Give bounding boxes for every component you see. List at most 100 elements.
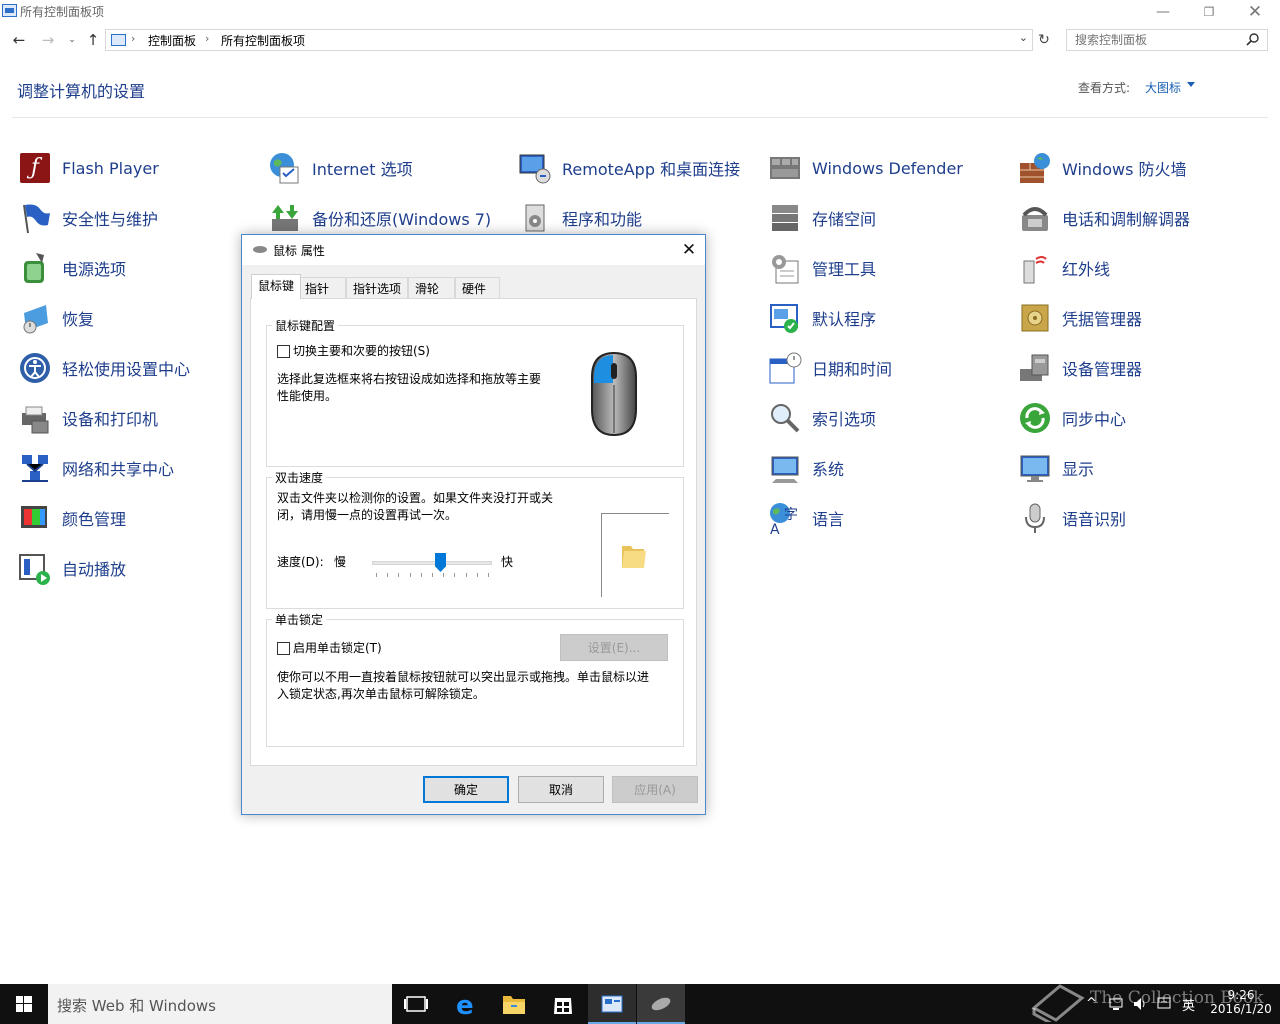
task-view-icon[interactable] (392, 984, 440, 1024)
taskbar-search-box[interactable]: 搜索 Web 和 Windows (48, 984, 392, 1024)
slider-thumb[interactable] (435, 553, 446, 572)
slider-tick (477, 573, 478, 577)
cp-item-phone-modem[interactable]: 电话和调制解调器 (1018, 200, 1258, 236)
mouse-illustration-icon (591, 351, 637, 437)
watermark-book-icon (1031, 984, 1085, 1022)
double-click-description-line: 双击文件夹以检测你的设置。如果文件夹没打开或关 (277, 491, 554, 505)
breadcrumb-all-items[interactable]: 所有控制面板项 (221, 32, 305, 49)
view-by-dropdown[interactable]: 大图标 (1145, 79, 1181, 96)
sync-icon (1018, 401, 1052, 435)
cp-item-label: 程序和功能 (562, 210, 643, 229)
cp-item-ease-of-access[interactable]: 轻松使用设置中心 (18, 350, 258, 386)
cp-item-windows-firewall[interactable]: Windows 防火墙 (1018, 150, 1258, 186)
system-icon (768, 451, 802, 485)
cp-item-label: 设备管理器 (1062, 360, 1143, 379)
address-bar[interactable]: › 控制面板 › 所有控制面板项 ⌄ (105, 29, 1033, 51)
window-titlebar: 所有控制面板项 — ❐ ✕ (0, 0, 1280, 24)
apply-button[interactable]: 应用(A) (612, 776, 698, 803)
cp-item-label: RemoteApp 和桌面连接 (562, 160, 741, 179)
switch-buttons-label[interactable]: 切换主要和次要的按钮(S) (293, 343, 430, 360)
cp-item-remoteapp[interactable]: RemoteApp 和桌面连接 (518, 150, 758, 186)
cp-item-label: 电话和调制解调器 (1062, 210, 1191, 229)
switch-buttons-checkbox[interactable] (277, 345, 290, 358)
refresh-button[interactable]: ↻ (1034, 29, 1054, 51)
cp-item-language[interactable]: 字A 语言 (768, 500, 1008, 538)
cp-item-devices-printers[interactable]: 设备和打印机 (18, 400, 258, 436)
ok-button[interactable]: 确定 (423, 776, 509, 803)
cp-item-credential-manager[interactable]: 凭据管理器 (1018, 300, 1258, 336)
cp-item-programs-features[interactable]: 程序和功能 (518, 200, 758, 236)
cp-item-label: 索引选项 (812, 410, 877, 429)
cp-item-autoplay[interactable]: 自动播放 (18, 550, 258, 586)
up-button[interactable]: ↑ (82, 30, 104, 50)
address-dropdown-icon[interactable]: ⌄ (1019, 31, 1028, 44)
double-click-speed-slider[interactable] (372, 551, 492, 581)
taskbar-mouse-properties-button[interactable] (637, 984, 685, 1024)
click-lock-label[interactable]: 启用单击锁定(T) (293, 640, 382, 657)
start-button-windows-icon[interactable] (0, 984, 48, 1024)
breadcrumb-control-panel[interactable]: 控制面板 (148, 32, 196, 49)
calendar-icon (768, 351, 802, 385)
tab-pointer-options[interactable]: 指针选项 (346, 277, 408, 298)
tab-hardware[interactable]: 硬件 (455, 277, 500, 298)
cp-item-flash-player[interactable]: ƒ Flash Player (18, 150, 258, 186)
cp-item-network-sharing[interactable]: 网络和共享中心 (18, 450, 258, 486)
click-lock-checkbox[interactable] (277, 642, 290, 655)
tab-buttons[interactable]: 鼠标键 (251, 274, 302, 299)
cancel-button[interactable]: 取消 (518, 776, 604, 803)
cp-item-speech-recognition[interactable]: 语音识别 (1018, 500, 1258, 536)
view-by-caret-icon[interactable] (1187, 82, 1195, 87)
recent-locations-chevron-icon[interactable]: ⌄ (61, 30, 83, 50)
cp-item-infrared[interactable]: 红外线 (1018, 250, 1258, 286)
cp-item-windows-defender[interactable]: Windows Defender (768, 150, 1008, 186)
cp-item-label: 显示 (1062, 460, 1095, 479)
cp-item-sync-center[interactable]: 同步中心 (1018, 400, 1258, 436)
dialog-close-icon[interactable]: ✕ (678, 240, 700, 260)
click-lock-settings-button[interactable]: 设置(E)... (560, 634, 668, 661)
cp-item-label: 自动播放 (62, 560, 127, 579)
search-icon[interactable] (1246, 32, 1260, 46)
cp-item-color-management[interactable]: 颜色管理 (18, 500, 258, 536)
breadcrumb-chevron-icon[interactable]: › (131, 32, 135, 45)
cp-item-indexing[interactable]: 索引选项 (768, 400, 1008, 436)
cp-item-label: 凭据管理器 (1062, 310, 1143, 329)
cp-item-device-manager[interactable]: 设备管理器 (1018, 350, 1258, 386)
cp-item-display[interactable]: 显示 (1018, 450, 1258, 486)
cp-item-internet-options[interactable]: Internet 选项 (268, 150, 508, 186)
cp-item-backup-restore[interactable]: 备份和还原(Windows 7) (268, 200, 508, 236)
folder-icon[interactable] (620, 540, 650, 570)
taskbar-control-panel-button[interactable] (588, 984, 636, 1024)
cp-item-default-programs[interactable]: 默认程序 (768, 300, 1008, 336)
cp-item-storage-spaces[interactable]: 存储空间 (768, 200, 1008, 236)
display-icon (1018, 451, 1052, 485)
breadcrumb-chevron-icon[interactable]: › (205, 32, 209, 45)
minimize-button[interactable]: — (1140, 0, 1186, 24)
dialog-titlebar[interactable]: 鼠标 属性 ✕ (242, 235, 705, 265)
file-explorer-icon[interactable] (490, 984, 538, 1024)
tab-pointers[interactable]: 指针 (298, 277, 346, 298)
forward-button[interactable]: → (37, 30, 59, 50)
cp-item-recovery[interactable]: 恢复 (18, 300, 258, 336)
cp-item-system[interactable]: 系统 (768, 450, 1008, 486)
restore-button[interactable]: ❐ (1186, 0, 1232, 24)
cp-item-power-options[interactable]: 电源选项 (18, 250, 258, 286)
slider-tick (398, 573, 399, 577)
cp-item-security-maintenance[interactable]: 安全性与维护 (18, 200, 258, 236)
color-icon (18, 501, 52, 535)
dialog-title: 鼠标 属性 (273, 244, 325, 258)
defender-icon (768, 151, 802, 185)
slider-tick (454, 573, 455, 577)
test-area[interactable] (601, 513, 669, 597)
double-click-description-line: 闭，请用慢一点的设置再试一次。 (277, 508, 458, 522)
cp-item-admin-tools[interactable]: 管理工具 (768, 250, 1008, 286)
slider-tick (466, 573, 467, 577)
edge-browser-icon[interactable]: e (442, 984, 490, 1024)
store-icon[interactable] (539, 984, 587, 1024)
cp-item-date-time[interactable]: 日期和时间 (768, 350, 1008, 386)
search-input[interactable] (1066, 29, 1268, 51)
close-window-button[interactable]: ✕ (1232, 0, 1278, 24)
slider-tick (376, 573, 377, 577)
back-button[interactable]: ← (8, 30, 30, 50)
printer-icon (18, 401, 52, 435)
tab-wheel[interactable]: 滑轮 (408, 277, 455, 298)
